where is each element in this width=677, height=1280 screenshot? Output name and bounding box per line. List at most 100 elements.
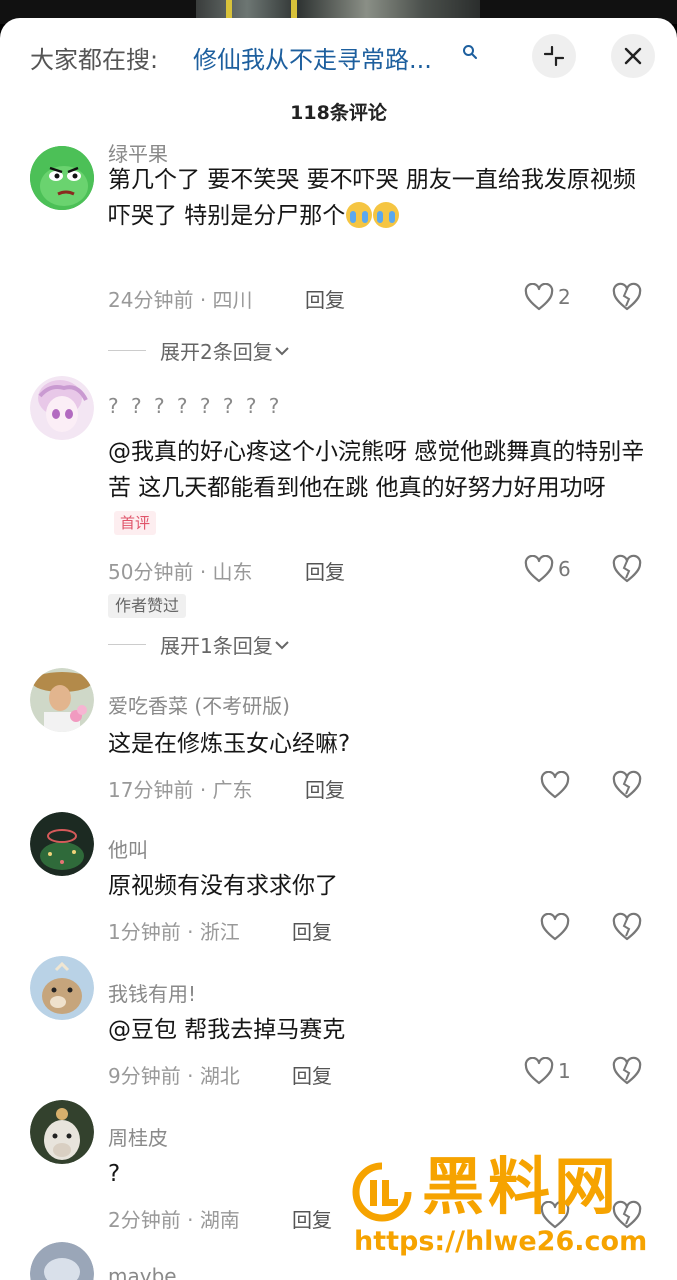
comment-text-body: @我真的好心疼这个小浣熊呀 感觉他跳舞真的特别辛苦 这几天都能看到他在跳 他真的…: [108, 439, 645, 501]
comment-item: ? ? ? ? ? ? ? ? @我真的好心疼这个小浣熊呀 感觉他跳舞真的特别辛…: [0, 372, 677, 662]
like-button[interactable]: [540, 770, 574, 800]
comment-count: 118条评论: [290, 102, 387, 124]
comment-time: 17分钟前: [108, 778, 194, 802]
broken-heart-icon[interactable]: [612, 770, 642, 800]
comment-sheet: 大家都在搜: 修仙我从不走寻常路... 118条评论 绿平果 第几个了 要不笑哭…: [0, 18, 677, 1280]
comment-text: @豆包 帮我去掉马赛克: [108, 1017, 346, 1043]
reply-button[interactable]: 回复: [292, 1060, 332, 1089]
broken-heart-icon[interactable]: [612, 1056, 642, 1086]
author-liked-badge: 作者赞过: [108, 594, 187, 618]
like-count: 1: [558, 1059, 571, 1083]
meta-separator: ·: [199, 778, 207, 802]
expand-replies-button[interactable]: 展开2条回复: [108, 336, 291, 365]
comment-meta: 9分钟前 · 湖北: [108, 1060, 240, 1089]
close-button[interactable]: [611, 34, 655, 78]
avatar[interactable]: [30, 668, 94, 732]
like-button[interactable]: 2: [524, 282, 571, 312]
meta-separator: ·: [187, 1208, 194, 1232]
comment-text: 原视频有没有求求你了: [108, 873, 338, 899]
avatar[interactable]: [30, 1242, 94, 1280]
expand-replies-label: 展开1条回复: [160, 634, 273, 658]
avatar[interactable]: [30, 812, 94, 876]
comment-item: 绿平果 第几个了 要不笑哭 要不吓哭 朋友一直给我发原视频吓哭了 特别是分尸那个…: [0, 142, 677, 372]
comment-meta: 2分钟前 · 湖南: [108, 1204, 240, 1233]
reply-button[interactable]: 回复: [292, 1204, 332, 1233]
avatar-image: [30, 956, 94, 1020]
comment-time: 9分钟前: [108, 1064, 181, 1088]
expand-divider-line: [108, 644, 146, 645]
watermark-url: https://hlwe26.com: [354, 1226, 648, 1257]
comment-meta: 17分钟前 · 广东: [108, 774, 253, 803]
like-button[interactable]: 6: [524, 554, 571, 584]
close-icon: [624, 47, 642, 65]
meta-separator: ·: [199, 288, 207, 312]
comment-text: 这是在修炼玉女心经嘛?: [108, 731, 351, 757]
like-count: 2: [558, 285, 571, 309]
broken-heart-icon[interactable]: [612, 554, 642, 584]
comment-text: @我真的好心疼这个小浣熊呀 感觉他跳舞真的特别辛苦 这几天都能看到他在跳 他真的…: [108, 434, 648, 542]
avatar[interactable]: [30, 1100, 94, 1164]
search-icon[interactable]: [462, 44, 478, 60]
comment-location: 湖南: [199, 1208, 240, 1232]
reply-button[interactable]: 回复: [292, 916, 332, 945]
reply-button[interactable]: 回复: [305, 774, 345, 803]
comment-meta: 24分钟前 · 四川: [108, 284, 253, 313]
avatar-image: [30, 812, 94, 876]
comment-meta: 1分钟前 · 浙江: [108, 916, 240, 945]
username[interactable]: 周桂皮: [108, 1122, 168, 1151]
username[interactable]: maybe: [108, 1264, 177, 1280]
like-count: 6: [558, 557, 571, 581]
chevron-down-icon: [275, 640, 289, 649]
comment-location: 浙江: [199, 920, 240, 944]
expand-replies-button[interactable]: 展开1条回复: [108, 630, 291, 659]
comment-item: 他叫 原视频有没有求求你了 1分钟前 · 浙江 回复: [0, 810, 677, 950]
reply-button[interactable]: 回复: [305, 556, 345, 585]
comment-location: 湖北: [199, 1064, 240, 1088]
heart-icon: [524, 1057, 554, 1085]
search-prefix: 大家都在搜:: [30, 46, 159, 74]
avatar-image: [30, 668, 94, 732]
heart-icon: [524, 555, 554, 583]
minimize-button[interactable]: [532, 34, 576, 78]
chevron-down-icon: [275, 346, 289, 355]
broken-heart-icon[interactable]: [612, 282, 642, 312]
comment-time: 2分钟前: [108, 1208, 181, 1232]
avatar-image: [30, 1242, 94, 1280]
reply-button[interactable]: 回复: [305, 284, 345, 313]
comment-time: 24分钟前: [108, 288, 194, 312]
username[interactable]: ? ? ? ? ? ? ? ?: [108, 394, 282, 418]
expand-divider-line: [108, 350, 146, 351]
avatar[interactable]: [30, 146, 94, 210]
username[interactable]: 他叫: [108, 834, 148, 863]
search-query-link[interactable]: 修仙我从不走寻常路...: [193, 40, 432, 75]
crying-face-emoji-icon: [346, 202, 373, 228]
comment-time: 1分钟前: [108, 920, 181, 944]
username[interactable]: 我钱有用!: [108, 978, 196, 1007]
expand-replies-label: 展开2条回复: [160, 340, 273, 364]
search-suggestion-bar[interactable]: 大家都在搜: 修仙我从不走寻常路...: [0, 18, 677, 96]
heart-icon: [540, 771, 570, 799]
meta-separator: ·: [187, 920, 194, 944]
avatar[interactable]: [30, 376, 94, 440]
avatar-image: [30, 146, 94, 210]
comment-text: 第几个了 要不笑哭 要不吓哭 朋友一直给我发原视频吓哭了 特别是分尸那个: [108, 162, 648, 234]
avatar-image: [30, 376, 94, 440]
avatar-image: [30, 1100, 94, 1164]
comment-location: 山东: [212, 560, 253, 584]
username[interactable]: 爱吃香菜 (不考研版): [108, 690, 290, 719]
comment-item: 我钱有用! @豆包 帮我去掉马赛克 9分钟前 · 湖北 回复 1: [0, 954, 677, 1094]
broken-heart-icon[interactable]: [612, 912, 642, 942]
comment-text-body: 第几个了 要不笑哭 要不吓哭 朋友一直给我发原视频吓哭了 特别是分尸那个: [108, 167, 636, 229]
comment-time: 50分钟前: [108, 560, 194, 584]
heart-icon: [540, 913, 570, 941]
watermark: 黑料网 https://hlwe26.com: [352, 1152, 662, 1268]
comment-item: 爱吃香菜 (不考研版) 这是在修炼玉女心经嘛? 17分钟前 · 广东 回复: [0, 668, 677, 808]
like-button[interactable]: 1: [524, 1056, 571, 1086]
comment-location: 广东: [212, 778, 253, 802]
crying-face-emoji-icon: [373, 202, 400, 228]
meta-separator: ·: [199, 560, 207, 584]
heart-icon: [524, 283, 554, 311]
like-button[interactable]: [540, 912, 574, 942]
first-comment-badge: 首评: [114, 511, 157, 535]
avatar[interactable]: [30, 956, 94, 1020]
